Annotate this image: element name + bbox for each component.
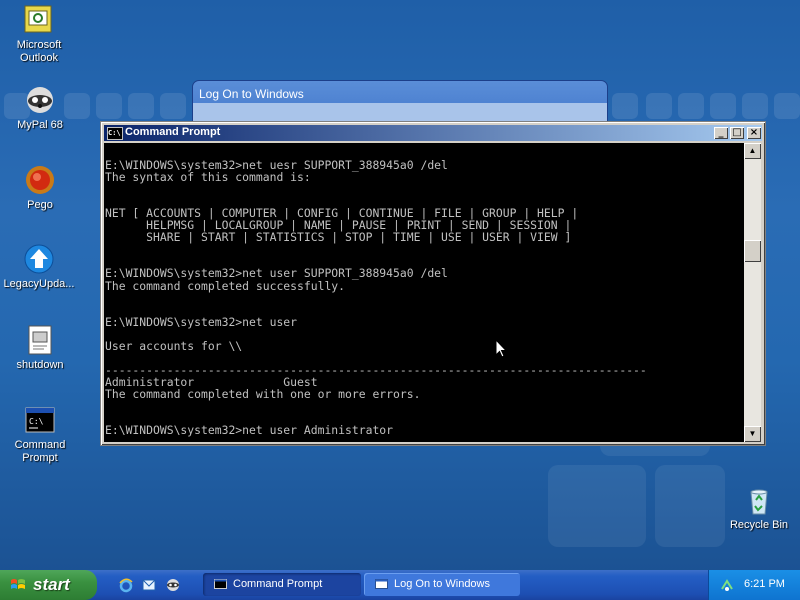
taskbar-button-label: Log On to Windows <box>394 578 490 590</box>
scroll-up-arrow-icon[interactable]: ▲ <box>744 143 761 159</box>
svg-text:C:\: C:\ <box>29 417 44 426</box>
desktop-icon-mypal[interactable]: MyPal 68 <box>1 84 79 132</box>
network-tray-icon[interactable] <box>719 577 735 593</box>
background-tile <box>710 93 736 119</box>
taskbar-button-command-prompt[interactable]: Command Prompt <box>203 573 361 596</box>
start-label: start <box>33 575 70 594</box>
cmd-icon: C:\ <box>24 404 56 436</box>
desktop-icon-shutdown[interactable]: shutdown <box>1 324 79 372</box>
scroll-thumb[interactable] <box>744 240 761 262</box>
cmd-title-bar[interactable]: C:\ Command Prompt _ □ × <box>104 125 762 141</box>
close-button[interactable]: × <box>747 127 761 139</box>
background-tile <box>548 465 646 547</box>
cmd-window-title: Command Prompt <box>125 126 221 138</box>
background-tile <box>160 93 186 119</box>
pego-icon <box>24 164 56 196</box>
update-arrow-icon <box>23 243 55 275</box>
background-tile <box>655 465 725 547</box>
desktop-icon-label: LegacyUpda... <box>3 278 75 290</box>
scroll-down-arrow-icon[interactable]: ▼ <box>744 426 761 442</box>
taskbar-button-label: Command Prompt <box>233 578 323 590</box>
background-tile <box>96 93 122 119</box>
batch-file-icon <box>24 324 56 356</box>
background-tile <box>612 93 638 119</box>
mouse-cursor-icon <box>495 339 507 358</box>
minimize-button[interactable]: _ <box>714 127 728 139</box>
desktop-icon-label: Recycle Bin <box>729 519 789 531</box>
desktop-icon-label: Microsoft Outlook <box>16 39 62 64</box>
raccoon-browser-icon[interactable] <box>165 577 181 593</box>
desktop-icon-recycle-bin[interactable]: Recycle Bin <box>720 484 798 532</box>
clock[interactable]: 6:21 PM <box>744 578 785 590</box>
window-icon <box>375 579 388 589</box>
background-tile <box>774 93 800 119</box>
outlook-express-icon[interactable] <box>141 577 157 593</box>
maximize-button[interactable]: □ <box>730 127 744 139</box>
command-prompt-window[interactable]: C:\ Command Prompt _ □ × E:\WINDOWS\syst… <box>100 121 766 446</box>
taskbar-button-logon[interactable]: Log On to Windows <box>364 573 520 596</box>
recycle-bin-icon <box>743 484 775 516</box>
outlook-icon <box>23 4 55 36</box>
desktop-icon-command-prompt[interactable]: C:\ Command Prompt <box>1 404 79 465</box>
desktop-icon-label: shutdown <box>16 359 64 371</box>
console-output[interactable]: E:\WINDOWS\system32>net uesr SUPPORT_388… <box>104 143 744 442</box>
desktop-icon-label: Command Prompt <box>14 439 66 464</box>
vertical-scrollbar[interactable]: ▲ ▼ <box>744 143 761 442</box>
desktop-icon-legacyupdate[interactable]: LegacyUpda... <box>0 243 78 291</box>
ie-icon[interactable] <box>118 577 134 593</box>
background-tile <box>128 93 154 119</box>
console-text: E:\WINDOWS\system32>net uesr SUPPORT_388… <box>105 158 647 438</box>
desktop-icon-label: MyPal 68 <box>17 119 63 131</box>
cmd-window-icon: C:\ <box>107 127 123 140</box>
taskbar: start Command Prompt Log On to Windows 6… <box>0 570 800 600</box>
background-tile <box>646 93 672 119</box>
start-button[interactable]: start <box>0 570 97 600</box>
background-tile <box>742 93 768 119</box>
windows-flag-icon <box>11 579 25 589</box>
desktop-icon-pego[interactable]: Pego <box>1 164 79 212</box>
background-tile <box>678 93 704 119</box>
raccoon-browser-icon <box>24 84 56 116</box>
desktop-icon-outlook[interactable]: Microsoft Outlook <box>0 4 78 65</box>
desktop-icon-label: Pego <box>27 199 53 211</box>
cmd-icon <box>214 579 227 589</box>
system-tray: 6:21 PM <box>708 570 800 600</box>
